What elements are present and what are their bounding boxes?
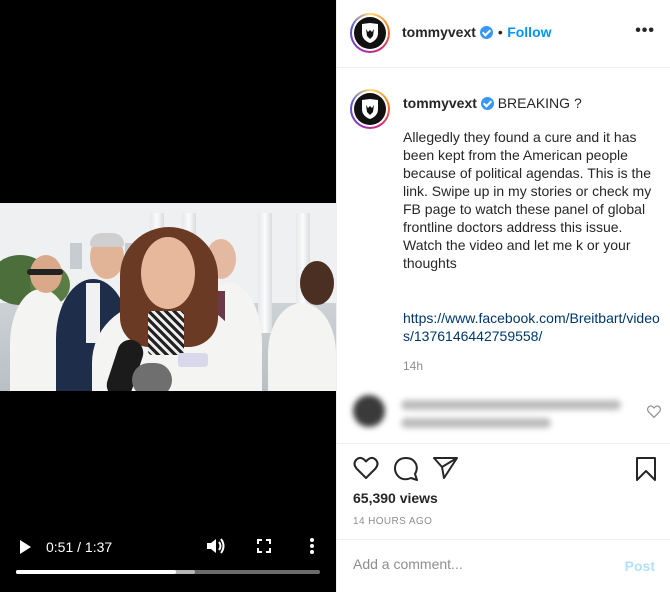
microphone-foam (132, 363, 172, 391)
time-display: 0:51 / 1:37 (46, 539, 113, 555)
comment-input[interactable] (353, 556, 603, 572)
heart-icon[interactable] (353, 456, 379, 485)
wolf-logo-icon (354, 17, 386, 49)
header-username[interactable]: tommyvext (402, 24, 476, 40)
video-player[interactable]: 0:51 / 1:37 (0, 0, 336, 592)
post-sidebar: tommyvext • Follow ••• tommyvext BREAKIN… (336, 0, 670, 592)
bookmark-icon[interactable] (635, 456, 657, 487)
caption-link[interactable]: https://www.facebook.com/Breitbart/video… (403, 309, 665, 345)
progress-played (16, 570, 176, 574)
video-frame[interactable] (0, 203, 336, 391)
person-right-head (300, 261, 334, 305)
caption-age: 14h (403, 359, 424, 373)
post-header: tommyvext • Follow ••• (337, 0, 670, 68)
more-vertical-icon[interactable] (309, 538, 315, 559)
building-column (258, 213, 272, 333)
separator-dot: • (497, 24, 503, 40)
post-comment-button[interactable]: Post (625, 558, 655, 574)
verified-badge-icon (480, 26, 494, 39)
comment-icon[interactable] (393, 456, 419, 487)
volume-icon[interactable] (206, 537, 226, 560)
post-timestamp[interactable]: 14 HOURS AGO (353, 516, 432, 527)
play-icon[interactable] (18, 539, 32, 560)
caption-header: tommyvext BREAKING ? (403, 95, 582, 111)
blurred-comment-line (401, 418, 551, 428)
building-window (70, 243, 82, 269)
caption-area: tommyvext BREAKING ? Allegedly they foun… (337, 69, 670, 444)
more-options-button[interactable]: ••• (635, 22, 655, 40)
sunglasses (27, 269, 63, 275)
add-comment-bar: Post (337, 539, 670, 592)
view-count[interactable]: 65,390 views (353, 490, 438, 506)
author-avatar[interactable] (350, 13, 390, 53)
hair-grey (90, 233, 124, 247)
send-icon[interactable] (433, 456, 459, 485)
person-right (268, 303, 336, 391)
video-controls: 0:51 / 1:37 (0, 530, 336, 592)
fullscreen-icon[interactable] (257, 539, 271, 558)
avatar-border (352, 15, 388, 51)
blurred-comment-line (401, 400, 621, 410)
caption-body: Allegedly they found a cure and it has b… (403, 129, 652, 271)
post-actions: 65,390 views 14 HOURS AGO (337, 444, 670, 540)
progress-bar[interactable] (16, 570, 320, 574)
speaker-blouse (148, 311, 184, 355)
header-user-row: tommyvext • Follow (402, 24, 552, 42)
follow-button[interactable]: Follow (507, 24, 551, 40)
wolf-logo-icon (354, 93, 386, 125)
shirt (86, 283, 100, 343)
speaker-face (141, 237, 195, 309)
comment-like-icon[interactable] (647, 405, 661, 423)
verified-badge-icon (480, 97, 494, 110)
caption-username[interactable]: tommyvext (403, 95, 477, 111)
caption-avatar[interactable] (350, 89, 390, 129)
coat-badge (178, 353, 208, 367)
avatar-border (352, 91, 388, 127)
comment-avatar[interactable] (353, 395, 385, 427)
caption-headline: BREAKING ? (497, 95, 582, 111)
